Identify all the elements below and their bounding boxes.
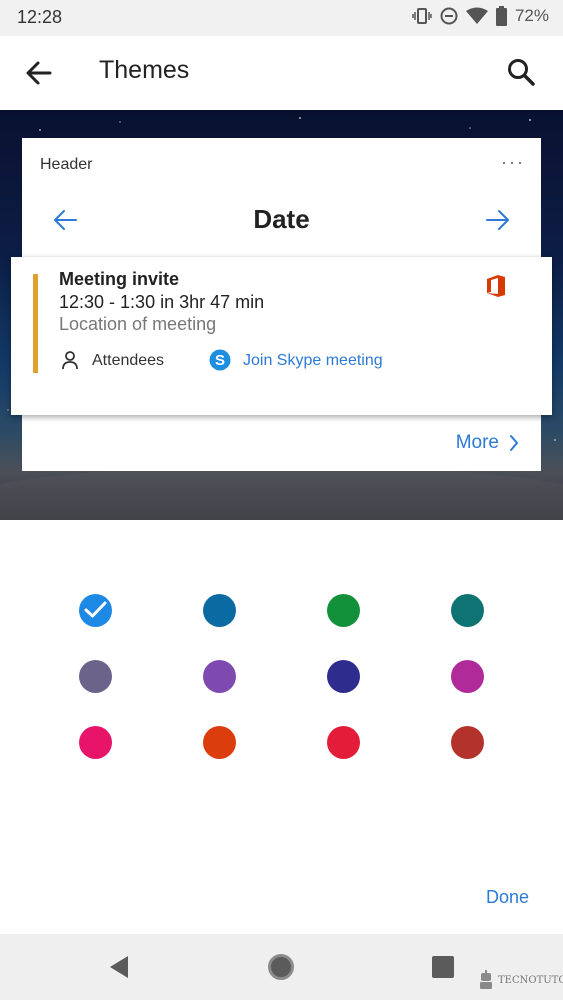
more-label: More	[455, 432, 499, 453]
theme-color-swatch[interactable]	[451, 660, 484, 693]
more-link[interactable]: More	[456, 432, 519, 454]
vibrate-icon	[412, 8, 432, 24]
theme-color-swatch[interactable]	[79, 726, 112, 759]
join-skype-link[interactable]: Join Skype meeting	[243, 352, 383, 370]
theme-color-swatch[interactable]	[79, 660, 112, 693]
page-title: Themes	[99, 56, 190, 84]
theme-color-swatch[interactable]	[451, 594, 484, 627]
event-location: Location of meeting	[59, 314, 217, 334]
svg-text:S: S	[215, 352, 225, 369]
card-date: Date	[253, 204, 310, 234]
watermark-text: TECNOTUTO	[498, 974, 563, 986]
attendees-label: Attendees	[92, 352, 165, 369]
wifi-icon	[465, 7, 488, 24]
theme-preview: Header ··· Date More Meeting invite 12:3…	[0, 110, 563, 520]
theme-color-swatch[interactable]	[79, 594, 112, 627]
checkmark-icon	[84, 601, 107, 618]
status-bar: 12:28 72%	[0, 0, 563, 36]
search-icon[interactable]	[503, 54, 541, 92]
event-card[interactable]: Meeting invite 12:30 - 1:30 in 3hr 47 mi…	[11, 257, 552, 415]
event-time: 12:30 - 1:30 in 3hr 47 min	[59, 292, 265, 312]
nav-home-icon[interactable]	[268, 954, 294, 980]
theme-color-swatch[interactable]	[451, 726, 484, 759]
person-icon	[62, 351, 78, 370]
skype-icon[interactable]: S	[209, 349, 231, 371]
event-accent-bar	[33, 274, 38, 373]
done-button[interactable]: Done	[486, 887, 529, 908]
event-title: Meeting invite	[59, 269, 180, 289]
nav-back-icon[interactable]	[108, 955, 130, 979]
theme-color-swatch[interactable]	[203, 660, 236, 693]
office-icon	[487, 275, 505, 297]
nav-recents-icon[interactable]	[432, 956, 454, 978]
chevron-right-icon	[510, 435, 519, 451]
system-nav-bar	[0, 934, 563, 1000]
theme-color-swatch[interactable]	[203, 594, 236, 627]
app-bar: Themes	[0, 36, 563, 110]
do-not-disturb-icon	[440, 7, 458, 25]
battery-icon	[495, 6, 507, 26]
card-header-label: Header	[40, 156, 93, 173]
theme-color-swatch[interactable]	[203, 726, 236, 759]
watermark: TECNOTUTO	[478, 970, 563, 990]
theme-color-swatch[interactable]	[327, 594, 360, 627]
more-options-icon[interactable]: ···	[501, 152, 525, 173]
next-arrow-icon[interactable]	[481, 206, 513, 234]
battery-percent: 72%	[514, 6, 549, 25]
robot-logo-icon	[480, 970, 492, 989]
theme-color-swatch[interactable]	[327, 660, 360, 693]
status-time: 12:28	[17, 7, 63, 27]
status-icons: 72%	[412, 6, 549, 26]
theme-color-swatch[interactable]	[327, 726, 360, 759]
back-arrow-icon[interactable]	[20, 54, 58, 92]
